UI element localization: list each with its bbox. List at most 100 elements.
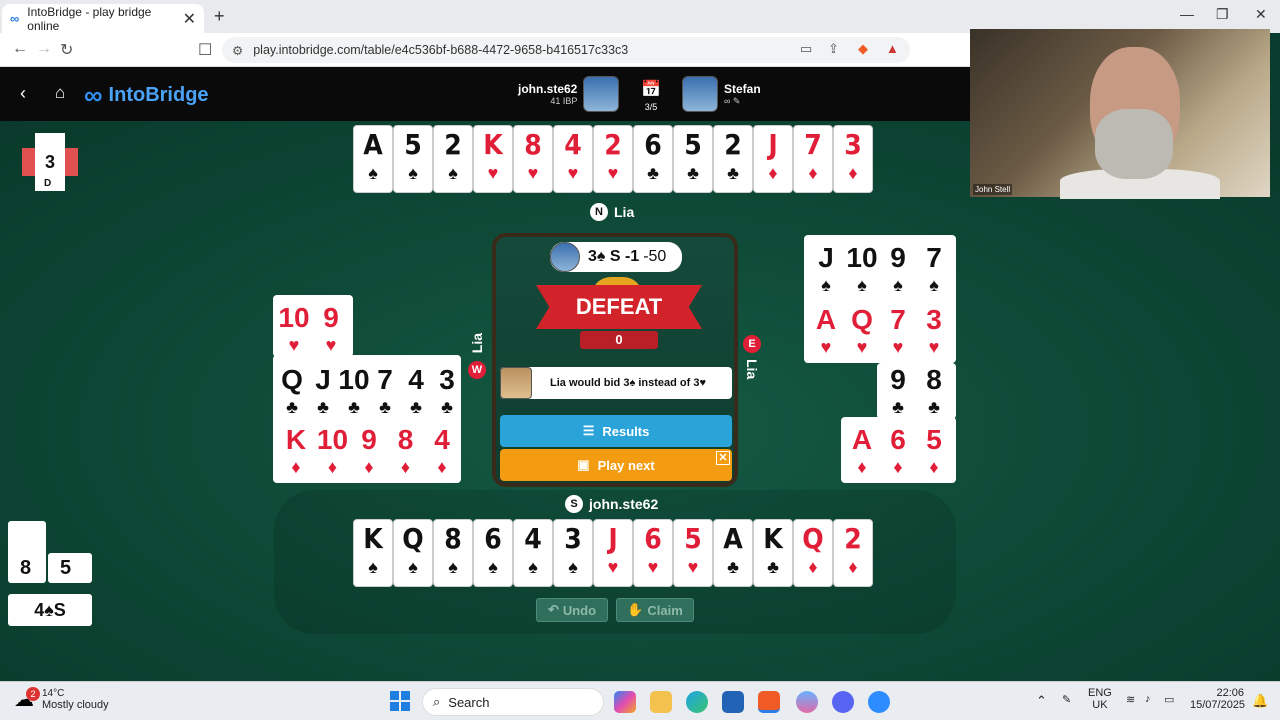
back-arrow-icon[interactable]: ←: [12, 40, 28, 58]
east-card: 3 ♥: [916, 302, 952, 364]
discord-icon[interactable]: [832, 691, 854, 713]
time: 22:06: [1216, 687, 1244, 699]
card-rank: Q: [281, 364, 303, 395]
card-suit-icon: ♣: [727, 163, 739, 183]
board-counter[interactable]: 📅 3/5: [640, 79, 662, 112]
bookmark-icon[interactable]: ☐: [198, 40, 212, 60]
south-card[interactable]: J ♥: [593, 519, 633, 587]
search-label: Search: [448, 694, 490, 710]
north-card[interactable]: J ♦: [753, 125, 793, 193]
north-card[interactable]: K ♥: [473, 125, 513, 193]
south-card[interactable]: A ♣: [713, 519, 753, 587]
north-card[interactable]: A ♠: [353, 125, 393, 193]
browser-toolbar: ← → ↻ ☐ ⚙ play.intobridge.com/table/e4c5…: [0, 33, 970, 67]
south-card[interactable]: Q ♦: [793, 519, 833, 587]
play-next-button[interactable]: ▣ Play next ✕: [500, 449, 732, 481]
start-button[interactable]: [390, 691, 410, 711]
north-card[interactable]: 5 ♠: [393, 125, 433, 193]
north-card[interactable]: 2 ♠: [433, 125, 473, 193]
south-card[interactable]: K ♣: [753, 519, 793, 587]
card-rank: K: [763, 522, 783, 555]
card-suit-icon: ♣: [441, 397, 453, 417]
player-badges-icon: ∞ ✎: [724, 95, 741, 106]
volume-icon[interactable]: ♪: [1145, 693, 1151, 705]
undo-button[interactable]: ↶ Undo: [536, 598, 608, 622]
bidding-hint[interactable]: Lia would bid 3♠ instead of 3♥: [500, 367, 732, 399]
search-icon: ⌕: [433, 694, 441, 709]
north-hand: A ♠ 5 ♠ 2 ♠ K ♥ 8 ♥ 4 ♥ 2 ♥ 6 ♣ 5 ♣ 2 ♣ J ♦ 7 ♦ 3 ♦: [353, 125, 873, 193]
player-stefan[interactable]: Stefan ∞ ✎: [682, 76, 761, 112]
close-icon[interactable]: ✕: [716, 451, 730, 465]
player-name: Stefan: [724, 81, 761, 96]
south-card[interactable]: 4 ♠: [513, 519, 553, 587]
battery-icon[interactable]: ▭: [1164, 693, 1174, 706]
reload-icon[interactable]: ↻: [60, 40, 73, 60]
east-card: Q ♥: [844, 302, 880, 364]
south-card[interactable]: 5 ♥: [673, 519, 713, 587]
tab-title: IntoBridge - play bridge online: [27, 4, 152, 33]
browser-tab[interactable]: ∞ IntoBridge - play bridge online ✕: [2, 4, 204, 33]
minimize-button[interactable]: —: [1180, 6, 1194, 22]
player-rating: 41 IBP: [550, 96, 578, 106]
results-button[interactable]: ☰ Results: [500, 415, 732, 447]
undo-icon: ↶: [547, 602, 559, 617]
card-suit-icon: ♥: [687, 557, 699, 577]
north-card[interactable]: 5 ♣: [673, 125, 713, 193]
card-suit-icon: ♠: [568, 557, 578, 577]
back-chevron-icon[interactable]: ‹: [20, 83, 26, 104]
player-name: john.ste62: [518, 82, 578, 96]
weather-widget[interactable]: ☁ 2 14°C Mostly cloudy: [14, 687, 109, 712]
north-card[interactable]: 3 ♦: [833, 125, 873, 193]
player-john[interactable]: john.ste62 41 IBP: [518, 76, 620, 112]
card-suit-icon: ♦: [768, 163, 778, 183]
chevron-up-icon[interactable]: ⌃: [1036, 693, 1047, 709]
south-card[interactable]: Q ♠: [393, 519, 433, 587]
home-icon[interactable]: ⌂: [55, 83, 65, 103]
north-card[interactable]: 4 ♥: [553, 125, 593, 193]
brand-logo[interactable]: ∞ IntoBridge: [84, 80, 209, 111]
north-card[interactable]: 6 ♣: [633, 125, 673, 193]
app-icon[interactable]: [796, 691, 818, 713]
store-icon[interactable]: [722, 691, 744, 713]
south-card[interactable]: 6 ♥: [633, 519, 673, 587]
brave-icon[interactable]: [758, 691, 780, 713]
file-explorer-icon[interactable]: [650, 691, 672, 713]
card-rank: J: [768, 128, 778, 161]
north-card[interactable]: 7 ♦: [793, 125, 833, 193]
card-suit-icon: ♠: [448, 163, 458, 183]
clock[interactable]: 22:06 15/07/2025: [1190, 687, 1245, 711]
south-card[interactable]: 8 ♠: [433, 519, 473, 587]
south-card[interactable]: 2 ♦: [833, 519, 873, 587]
wifi-icon[interactable]: ≋: [1126, 693, 1135, 706]
pen-icon[interactable]: ✎: [1062, 693, 1071, 706]
claim-button[interactable]: ✋ Claim: [616, 598, 694, 622]
zoom-icon[interactable]: [868, 691, 890, 713]
card-suit-icon: ♣: [727, 557, 739, 577]
north-card[interactable]: 2 ♥: [593, 125, 633, 193]
tab-close-icon[interactable]: ✕: [183, 9, 196, 29]
site-settings-icon[interactable]: ⚙: [232, 43, 243, 58]
edge-icon[interactable]: [686, 691, 708, 713]
language-indicator[interactable]: ENG UK: [1088, 687, 1112, 711]
cast-icon[interactable]: ▭: [800, 41, 812, 57]
north-card[interactable]: 2 ♣: [713, 125, 753, 193]
new-tab-button[interactable]: +: [214, 6, 225, 27]
south-card[interactable]: 6 ♠: [473, 519, 513, 587]
north-card[interactable]: 8 ♥: [513, 125, 553, 193]
copilot-icon[interactable]: [614, 691, 636, 713]
brave-rewards-icon[interactable]: ▲: [886, 41, 899, 56]
taskbar: ☁ 2 14°C Mostly cloudy ⌕ Search ⌃ ✎ ENG …: [0, 681, 1280, 720]
notification-bell-icon[interactable]: 🔔: [1252, 693, 1268, 709]
brave-shields-icon[interactable]: ◆: [858, 41, 868, 57]
card-suit-icon: ♠: [528, 557, 538, 577]
card-suit-icon: ♥: [856, 337, 868, 357]
close-window-button[interactable]: ✕: [1255, 6, 1267, 23]
south-card[interactable]: 3 ♠: [553, 519, 593, 587]
forward-arrow-icon[interactable]: →: [36, 40, 52, 58]
card-suit-icon: ♦: [848, 557, 858, 577]
restore-button[interactable]: ❐: [1216, 6, 1229, 23]
south-card[interactable]: K ♠: [353, 519, 393, 587]
taskbar-search[interactable]: ⌕ Search: [422, 688, 604, 716]
card-rank: K: [483, 128, 503, 161]
share-icon[interactable]: ⇪: [828, 41, 839, 57]
